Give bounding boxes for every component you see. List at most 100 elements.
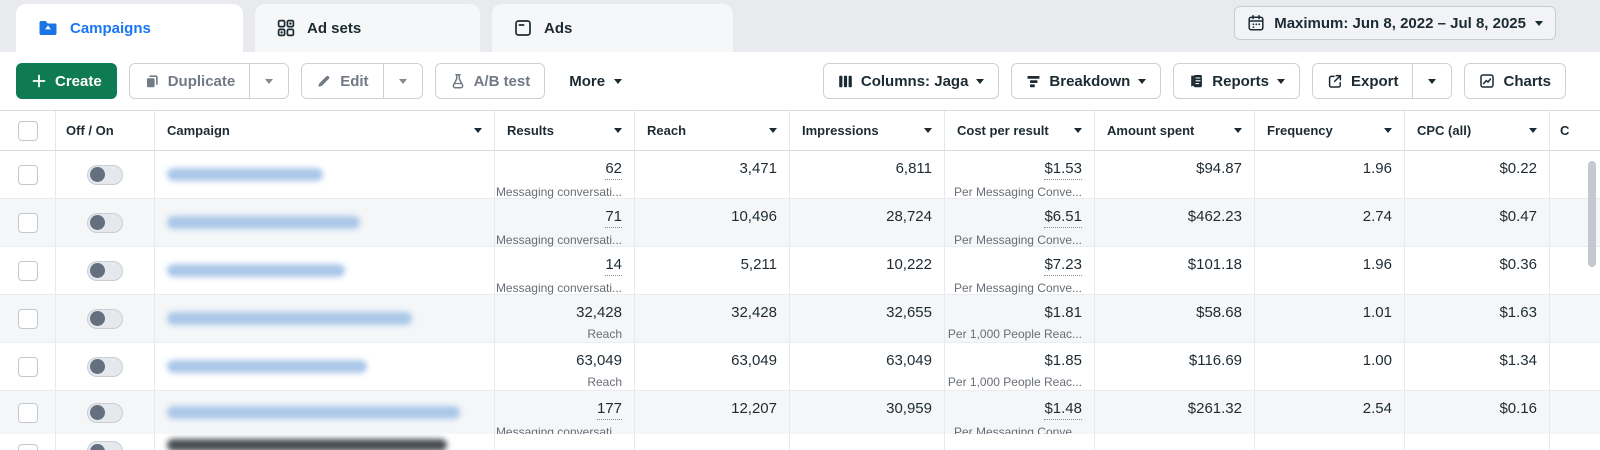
spent-cell xyxy=(1095,434,1255,450)
breakdown-button[interactable]: Breakdown xyxy=(1011,63,1161,99)
header-reach-label: Reach xyxy=(647,123,686,138)
row-checkbox[interactable] xyxy=(18,357,38,377)
impressions-cell: 32,655 xyxy=(790,295,945,342)
row-select-cell xyxy=(0,343,56,390)
cpc-cell: $0.47 xyxy=(1405,199,1550,246)
table-row: 62 Messaging conversati... 3,471 6,811 $… xyxy=(0,151,1600,199)
cpc-cell: $0.16 xyxy=(1405,391,1550,434)
select-all-checkbox[interactable] xyxy=(18,121,38,141)
impressions-value: 28,724 xyxy=(886,208,932,226)
export-dropdown[interactable] xyxy=(1412,64,1451,98)
reach-value: 10,496 xyxy=(731,208,777,226)
row-checkbox[interactable] xyxy=(18,403,38,423)
sort-caret-icon[interactable] xyxy=(474,128,482,133)
row-checkbox[interactable] xyxy=(18,444,38,450)
sort-caret-icon[interactable] xyxy=(1384,128,1392,133)
row-checkbox[interactable] xyxy=(18,309,38,329)
redacted-campaign-name-dark[interactable] xyxy=(167,439,447,450)
duplicate-dropdown[interactable] xyxy=(249,64,288,98)
campaign-name-cell xyxy=(155,295,495,342)
header-cost-per-result[interactable]: Cost per result xyxy=(945,111,1095,150)
duplicate-button[interactable]: Duplicate xyxy=(130,64,250,98)
breakdown-label: Breakdown xyxy=(1049,73,1130,90)
edit-button[interactable]: Edit xyxy=(302,64,382,98)
frequency-cell: 2.54 xyxy=(1255,391,1405,434)
impressions-value: 6,811 xyxy=(896,160,932,178)
redacted-campaign-name[interactable] xyxy=(167,406,460,419)
spent-cell: $116.69 xyxy=(1095,343,1255,390)
redacted-campaign-name[interactable] xyxy=(167,216,360,229)
row-checkbox[interactable] xyxy=(18,213,38,233)
create-button[interactable]: Create xyxy=(16,63,117,99)
header-clipped-label: C xyxy=(1560,123,1569,138)
header-frequency-label: Frequency xyxy=(1267,123,1333,138)
campaign-name-cell xyxy=(155,151,495,198)
impressions-cell: 28,724 xyxy=(790,199,945,246)
charts-button[interactable]: Charts xyxy=(1464,63,1566,99)
cost-sublabel: Per Messaging Conve... xyxy=(954,232,1082,248)
header-results-label: Results xyxy=(507,123,554,138)
sort-caret-icon[interactable] xyxy=(1234,128,1242,133)
toggle-knob xyxy=(90,359,105,374)
campaign-toggle[interactable] xyxy=(87,213,123,233)
actions-toolbar: Create Duplicate Edit xyxy=(0,52,1600,110)
tab-campaigns[interactable]: Campaigns xyxy=(16,4,243,52)
header-frequency[interactable]: Frequency xyxy=(1255,111,1405,150)
tab-ads[interactable]: Ads xyxy=(492,4,733,52)
results-sublabel: Messaging conversati... xyxy=(496,184,622,200)
row-select-cell xyxy=(0,247,56,294)
row-checkbox[interactable] xyxy=(18,165,38,185)
redacted-campaign-name[interactable] xyxy=(167,360,367,373)
row-select-cell xyxy=(0,391,56,434)
date-range-selector[interactable]: Maximum: Jun 8, 2022 – Jul 8, 2025 xyxy=(1234,6,1556,40)
redacted-campaign-name[interactable] xyxy=(167,264,345,277)
duplicate-icon xyxy=(144,73,160,89)
impressions-value: 32,655 xyxy=(886,304,932,322)
results-cell xyxy=(495,434,635,450)
frequency-value: 1.01 xyxy=(1363,304,1392,322)
header-cpc[interactable]: CPC (all) xyxy=(1405,111,1550,150)
impressions-cell xyxy=(790,434,945,450)
sort-caret-icon[interactable] xyxy=(769,128,777,133)
header-campaign[interactable]: Campaign xyxy=(155,111,495,150)
columns-icon xyxy=(838,74,853,89)
campaign-toggle[interactable] xyxy=(87,261,123,281)
toggle-knob xyxy=(90,405,105,420)
export-button[interactable]: Export xyxy=(1313,64,1413,98)
redacted-campaign-name[interactable] xyxy=(167,168,323,181)
ab-test-button[interactable]: A/B test xyxy=(435,63,546,99)
vertical-scrollbar-thumb[interactable] xyxy=(1588,161,1596,267)
reach-cell: 12,207 xyxy=(635,391,790,434)
columns-button[interactable]: Columns: Jaga xyxy=(823,63,1000,99)
header-impressions[interactable]: Impressions xyxy=(790,111,945,150)
campaign-toggle[interactable] xyxy=(87,357,123,377)
row-toggle-cell xyxy=(56,247,155,294)
campaign-toggle[interactable] xyxy=(87,403,123,423)
tab-ad-sets[interactable]: Ad sets xyxy=(255,4,480,52)
date-range-label: Maximum: Jun 8, 2022 – Jul 8, 2025 xyxy=(1274,15,1526,32)
redacted-campaign-name[interactable] xyxy=(167,312,412,325)
frequency-value: 2.54 xyxy=(1363,400,1392,418)
campaign-toggle[interactable] xyxy=(87,165,123,185)
header-amount-spent[interactable]: Amount spent xyxy=(1095,111,1255,150)
toggle-knob xyxy=(90,167,105,182)
tab-ad-sets-label: Ad sets xyxy=(307,20,361,37)
impressions-cell: 6,811 xyxy=(790,151,945,198)
cost-sublabel: Per Messaging Conve... xyxy=(954,184,1082,200)
campaign-name-cell xyxy=(155,391,495,434)
reports-button[interactable]: Reports xyxy=(1173,63,1300,99)
sort-caret-icon[interactable] xyxy=(614,128,622,133)
sort-caret-icon[interactable] xyxy=(924,128,932,133)
row-checkbox[interactable] xyxy=(18,261,38,281)
spent-value: $101.18 xyxy=(1188,256,1242,274)
spent-value: $116.69 xyxy=(1189,352,1242,370)
edit-dropdown[interactable] xyxy=(383,64,422,98)
results-sublabel: Messaging conversati... xyxy=(496,232,622,248)
reach-cell xyxy=(635,434,790,450)
header-results[interactable]: Results xyxy=(495,111,635,150)
sort-caret-icon[interactable] xyxy=(1529,128,1537,133)
sort-caret-icon[interactable] xyxy=(1074,128,1082,133)
campaign-toggle[interactable] xyxy=(87,309,123,329)
header-reach[interactable]: Reach xyxy=(635,111,790,150)
more-button[interactable]: More xyxy=(569,73,622,90)
